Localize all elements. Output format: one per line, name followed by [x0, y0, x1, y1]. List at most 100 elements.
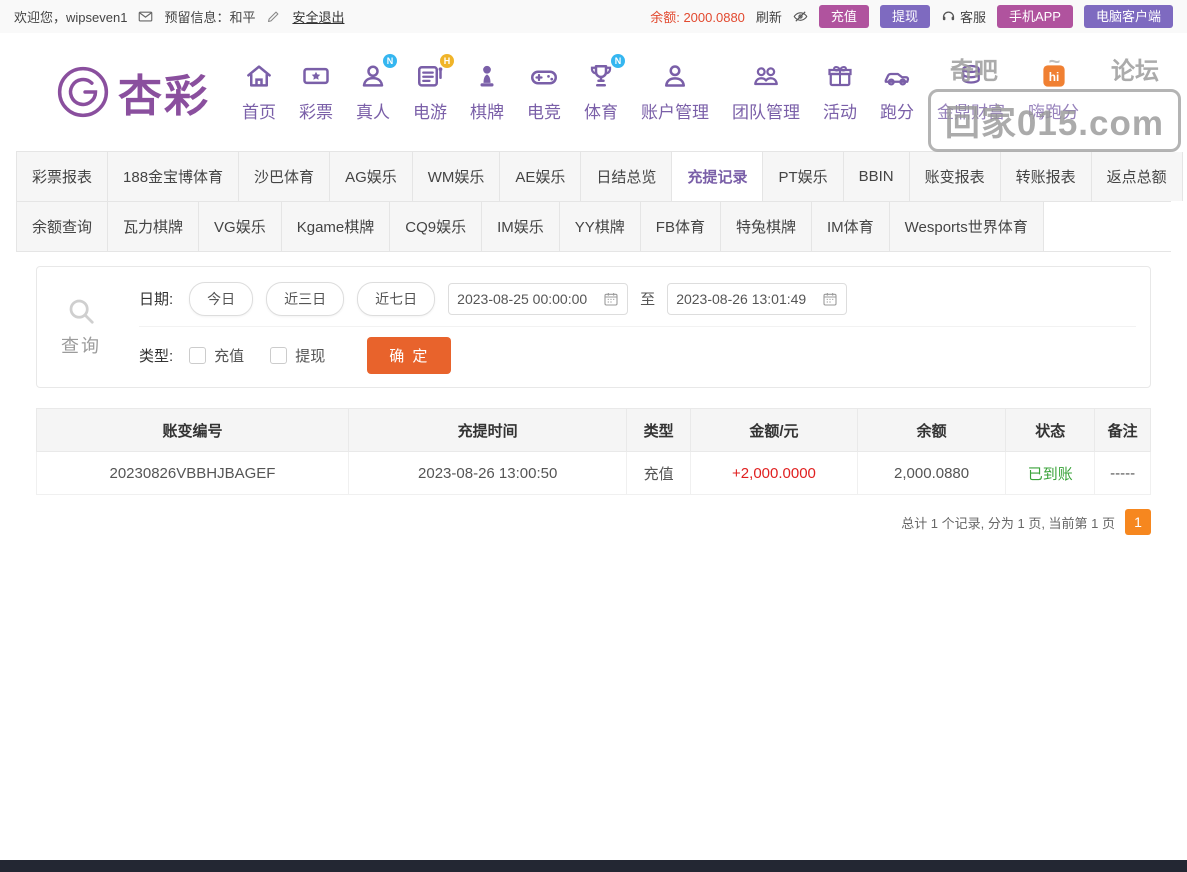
tab-188金宝博体育[interactable]: 188金宝博体育 — [108, 152, 239, 201]
tab-WM娱乐[interactable]: WM娱乐 — [413, 152, 501, 201]
quick-date-近七日[interactable]: 近七日 — [357, 282, 435, 316]
pagination-summary: 总计 1 个记录, 分为 1 页, 当前第 1 页 — [901, 513, 1115, 532]
tab-FB体育[interactable]: FB体育 — [641, 202, 721, 251]
confirm-button[interactable]: 确 定 — [367, 337, 451, 374]
nav-item-hi[interactable]: hi嗨跑分 — [1028, 61, 1079, 123]
tab-转账报表[interactable]: 转账报表 — [1001, 152, 1092, 201]
activity-icon — [825, 61, 855, 91]
esports-icon — [529, 61, 559, 91]
nav-item-lottery[interactable]: 彩票 — [299, 61, 333, 123]
hide-balance-icon[interactable] — [793, 9, 808, 24]
nav-item-label: 团队管理 — [732, 98, 800, 123]
edit-icon[interactable] — [266, 9, 281, 24]
cell-remark: ----- — [1095, 452, 1151, 495]
quick-date-近三日[interactable]: 近三日 — [266, 282, 344, 316]
lottery-icon — [301, 61, 331, 91]
logout-link[interactable]: 安全退出 — [292, 7, 344, 26]
nav-item-paofen[interactable]: 跑分 — [880, 61, 914, 123]
nav-item-esports[interactable]: 电竞 — [527, 61, 561, 123]
tab-YY棋牌[interactable]: YY棋牌 — [560, 202, 641, 251]
customer-service-link[interactable]: 客服 — [941, 7, 986, 26]
tab-CQ9娱乐[interactable]: CQ9娱乐 — [390, 202, 482, 251]
type-label: 类型: — [139, 345, 173, 366]
withdraw-button[interactable]: 提现 — [880, 5, 930, 29]
footer-bar — [0, 860, 1187, 872]
type-option-充值[interactable]: 充值 — [189, 345, 244, 366]
tab-VG娱乐[interactable]: VG娱乐 — [199, 202, 282, 251]
date-to-value: 2023-08-26 13:01:49 — [676, 291, 806, 307]
nav-item-chess[interactable]: 棋牌 — [470, 61, 504, 123]
calendar-icon[interactable] — [822, 291, 838, 307]
checkbox-icon[interactable] — [189, 347, 206, 364]
tab-日结总览[interactable]: 日结总览 — [581, 152, 672, 201]
nav-item-account[interactable]: 账户管理 — [641, 61, 709, 123]
tab-AE娱乐[interactable]: AE娱乐 — [500, 152, 581, 201]
nav-item-home[interactable]: 首页 — [242, 61, 276, 123]
tab-BBIN[interactable]: BBIN — [844, 152, 910, 201]
page-button-1[interactable]: 1 — [1125, 509, 1151, 535]
mobile-app-button[interactable]: 手机APP — [997, 5, 1073, 29]
nav-item-label: 真人 — [356, 98, 390, 123]
home-icon — [244, 61, 274, 91]
main-nav: 首页彩票 N真人 H电游棋牌电竞 N体育账户管理团队管理活动跑分金鼎财富 hi嗨跑分 — [242, 61, 1079, 123]
date-to-input[interactable]: 2023-08-26 13:01:49 — [667, 283, 847, 315]
date-from-input[interactable]: 2023-08-25 00:00:00 — [448, 283, 628, 315]
hi-icon: hi — [1039, 61, 1069, 91]
tab-AG娱乐[interactable]: AG娱乐 — [330, 152, 413, 201]
site-logo[interactable]: 杏彩 — [56, 60, 210, 124]
logo-text: 杏彩 — [118, 60, 210, 124]
message-icon[interactable] — [138, 9, 153, 24]
column-header: 状态 — [1006, 409, 1095, 452]
tab-瓦力棋牌[interactable]: 瓦力棋牌 — [108, 202, 199, 251]
nav-item-egame[interactable]: H电游 — [413, 61, 447, 123]
nav-badge: H — [440, 54, 454, 68]
query-block: 查询 — [37, 267, 125, 387]
tab-返点总额[interactable]: 返点总额 — [1092, 152, 1183, 201]
query-label: 查询 — [61, 332, 101, 358]
tab-账变报表[interactable]: 账变报表 — [910, 152, 1001, 201]
date-range-separator: 至 — [640, 288, 655, 309]
tab-Wesports世界体育[interactable]: Wesports世界体育 — [890, 202, 1044, 251]
nav-item-label: 电竞 — [527, 98, 561, 123]
column-header: 金额/元 — [690, 409, 857, 452]
balance-label: 余额: — [650, 10, 680, 25]
nav-item-label: 棋牌 — [470, 98, 504, 123]
logo-icon — [56, 65, 110, 119]
tab-Kgame棋牌[interactable]: Kgame棋牌 — [282, 202, 391, 251]
pc-client-button[interactable]: 电脑客户端 — [1084, 5, 1173, 29]
chess-icon — [472, 61, 502, 91]
nav-item-label: 活动 — [823, 98, 857, 123]
team-icon — [751, 61, 781, 91]
watermark-text-right: 论坛 — [1111, 51, 1159, 86]
pagination: 总计 1 个记录, 分为 1 页, 当前第 1 页 1 — [36, 509, 1151, 535]
nav-item-live[interactable]: N真人 — [356, 61, 390, 123]
calendar-icon[interactable] — [603, 291, 619, 307]
tab-沙巴体育[interactable]: 沙巴体育 — [239, 152, 330, 201]
nav-item-sports[interactable]: N体育 — [584, 61, 618, 123]
nav-item-label: 体育 — [584, 98, 618, 123]
nav-item-wealth[interactable]: 金鼎财富 — [937, 61, 1005, 123]
balance-value: 2000.0880 — [683, 10, 744, 25]
date-from-value: 2023-08-25 00:00:00 — [457, 291, 587, 307]
column-header: 余额 — [858, 409, 1006, 452]
deposit-button[interactable]: 充值 — [819, 5, 869, 29]
type-option-提现[interactable]: 提现 — [270, 345, 325, 366]
cell-amount: +2,000.0000 — [690, 452, 857, 495]
tab-充提记录[interactable]: 充提记录 — [672, 152, 763, 201]
tab-IM娱乐[interactable]: IM娱乐 — [482, 202, 560, 251]
topbar: 欢迎您，wipseven1 预留信息：和平 安全退出 余额: 2000.0880… — [0, 0, 1187, 33]
refresh-link[interactable]: 刷新 — [756, 7, 782, 26]
tab-彩票报表[interactable]: 彩票报表 — [16, 152, 108, 201]
tab-特兔棋牌[interactable]: 特兔棋牌 — [721, 202, 812, 251]
tab-余额查询[interactable]: 余额查询 — [16, 202, 108, 251]
nav-item-activity[interactable]: 活动 — [823, 61, 857, 123]
date-filter-row: 日期: 今日近三日近七日 2023-08-25 00:00:00 至 2023-… — [139, 271, 1136, 327]
nav-item-label: 账户管理 — [641, 98, 709, 123]
nav-item-team[interactable]: 团队管理 — [732, 61, 800, 123]
quick-date-今日[interactable]: 今日 — [189, 282, 253, 316]
checkbox-icon[interactable] — [270, 347, 287, 364]
tab-PT娱乐[interactable]: PT娱乐 — [763, 152, 843, 201]
checkbox-label: 充值 — [214, 345, 244, 366]
tab-IM体育[interactable]: IM体育 — [812, 202, 890, 251]
column-header: 备注 — [1095, 409, 1151, 452]
